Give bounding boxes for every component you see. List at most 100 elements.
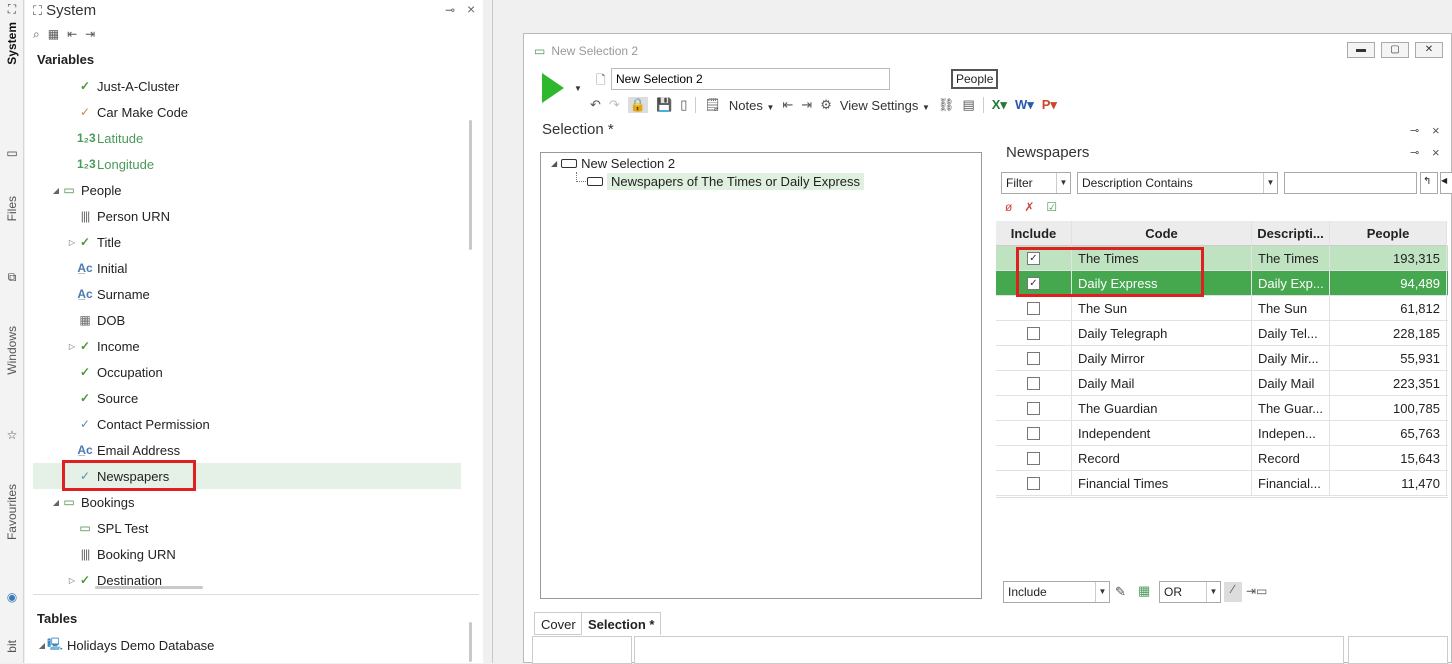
clear-filter-icon[interactable]: ø: [1005, 200, 1012, 214]
word-export-icon[interactable]: W▾: [1015, 97, 1034, 113]
tree-item[interactable]: ◢ ▭ People: [33, 177, 461, 203]
horizontal-scrollbar[interactable]: [95, 586, 203, 589]
vertical-scrollbar[interactable]: [469, 120, 472, 250]
chevron-down-icon[interactable]: ▼: [1056, 173, 1070, 193]
collapse-all-icon[interactable]: ⇤: [67, 27, 77, 42]
include-cell[interactable]: [996, 296, 1072, 321]
run-button[interactable]: [542, 73, 564, 103]
notes-menu[interactable]: Notes ▼: [729, 98, 775, 113]
table-grid-icon[interactable]: ▦: [1138, 583, 1150, 599]
tree-item[interactable]: ▦ DOB: [33, 307, 461, 333]
pin-icon[interactable]: ⊸: [1410, 124, 1419, 137]
table-row[interactable]: The Sun The Sun 61,812: [996, 296, 1448, 321]
maximize-button[interactable]: ▢: [1381, 42, 1409, 58]
include-mode-dropdown[interactable]: Include ▼: [1003, 581, 1110, 603]
select-all-icon[interactable]: ☑: [1046, 200, 1057, 214]
pencil-icon[interactable]: ∕: [1224, 582, 1242, 602]
people-button[interactable]: People: [951, 69, 999, 89]
tree-item[interactable]: |||| Booking URN: [33, 541, 461, 567]
include-checkbox[interactable]: [1027, 352, 1040, 365]
tab-cover[interactable]: Cover: [534, 612, 583, 635]
include-cell[interactable]: [996, 371, 1072, 396]
vtab-favourites[interactable]: ☆ Favourites: [0, 428, 24, 540]
settings-gear-icon[interactable]: ⚙: [820, 97, 832, 113]
table-icon[interactable]: ▤: [962, 97, 974, 113]
chevron-down-icon[interactable]: ▼: [1206, 582, 1220, 602]
search-icon[interactable]: ⌕: [33, 27, 40, 42]
filter-apply-button[interactable]: ↰: [1420, 172, 1438, 194]
chevron-down-icon[interactable]: ▼: [574, 84, 582, 93]
include-checkbox[interactable]: [1027, 327, 1040, 340]
tree-item[interactable]: 1₂3 Latitude: [33, 125, 461, 151]
table-row[interactable]: Daily Mirror Daily Mir... 55,931: [996, 346, 1448, 371]
tab-selection[interactable]: Selection *: [581, 612, 662, 635]
dock-icon[interactable]: ⇥▭: [1246, 584, 1267, 598]
tree-item[interactable]: ▷ ✓ Title: [33, 229, 461, 255]
vtab-windows[interactable]: ⧉ Windows: [0, 270, 24, 375]
include-checkbox[interactable]: [1027, 427, 1040, 440]
expand-arrow-icon[interactable]: ◢: [51, 186, 61, 195]
include-cell[interactable]: [996, 421, 1072, 446]
lock-icon[interactable]: 🔒: [627, 97, 648, 113]
include-checkbox[interactable]: [1027, 477, 1040, 490]
excel-export-icon[interactable]: X▾: [992, 97, 1007, 113]
table-row[interactable]: Record Record 15,643: [996, 446, 1448, 471]
powerpoint-export-icon[interactable]: P▾: [1042, 97, 1057, 113]
close-icon[interactable]: ×: [1432, 123, 1440, 138]
collapse-arrow-icon[interactable]: ▷: [67, 576, 77, 585]
expand-all-icon[interactable]: ⇥: [85, 27, 95, 42]
clear-selection-icon[interactable]: ✗: [1024, 200, 1034, 214]
chevron-down-icon[interactable]: ▼: [1095, 582, 1109, 602]
tree-item[interactable]: ✓ Source: [33, 385, 461, 411]
selection-root-node[interactable]: ◢ New Selection 2: [551, 156, 675, 171]
tree-item[interactable]: ✓ Contact Permission: [33, 411, 461, 437]
filter-text-input[interactable]: [1284, 172, 1417, 194]
outdent-icon[interactable]: ⇤: [782, 97, 793, 113]
indent-icon[interactable]: ⇥: [801, 97, 812, 113]
include-cell[interactable]: [996, 321, 1072, 346]
table-item[interactable]: ◢ 🖳 Holidays Demo Database: [37, 632, 465, 658]
collapse-arrow-icon[interactable]: ▷: [67, 342, 77, 351]
tree-item[interactable]: 1₂3 Longitude: [33, 151, 461, 177]
notes-icon[interactable]: 🗒: [704, 97, 721, 113]
grid-view-icon[interactable]: ▦: [48, 27, 59, 42]
expand-arrow-icon[interactable]: ◢: [37, 641, 47, 650]
tree-item[interactable]: ◢ ▭ Bookings: [33, 489, 461, 515]
column-header-description[interactable]: Descripti...: [1252, 221, 1330, 246]
selection-name-field[interactable]: [611, 68, 890, 90]
column-header-include[interactable]: Include: [996, 221, 1072, 246]
save-icon[interactable]: 💾: [656, 97, 672, 113]
tree-structure-icon[interactable]: ⛓: [938, 97, 955, 113]
tree-item[interactable]: ✓ Occupation: [33, 359, 461, 385]
include-checkbox[interactable]: [1027, 302, 1040, 315]
tree-item[interactable]: ▷ ✓ Income: [33, 333, 461, 359]
logic-dropdown[interactable]: OR ▼: [1159, 581, 1221, 603]
pin-icon[interactable]: ⊸: [445, 3, 455, 17]
close-icon[interactable]: ×: [1432, 145, 1440, 160]
tree-item[interactable]: ✓ Just-A-Cluster: [33, 73, 461, 99]
table-row[interactable]: Independent Indepen... 65,763: [996, 421, 1448, 446]
table-row[interactable]: Financial Times Financial... 11,470: [996, 471, 1448, 496]
scroll-left-button[interactable]: ◀: [1440, 172, 1452, 194]
vtab-bit[interactable]: ◉ bit: [0, 590, 24, 653]
close-icon[interactable]: ×: [467, 1, 475, 17]
table-row[interactable]: Daily Mail Daily Mail 223,351: [996, 371, 1448, 396]
include-checkbox[interactable]: [1027, 377, 1040, 390]
view-settings-menu[interactable]: View Settings ▼: [840, 98, 930, 113]
include-checkbox[interactable]: [1027, 452, 1040, 465]
include-cell[interactable]: [996, 396, 1072, 421]
table-row[interactable]: Daily Telegraph Daily Tel... 228,185: [996, 321, 1448, 346]
selection-child-node[interactable]: Newspapers of The Times or Daily Express: [587, 173, 865, 190]
tree-item[interactable]: |||| Person URN: [33, 203, 461, 229]
collapse-arrow-icon[interactable]: ▷: [67, 238, 77, 247]
vtab-system[interactable]: ⛶ System: [0, 2, 24, 65]
close-window-button[interactable]: ✕: [1415, 42, 1443, 58]
undo-icon[interactable]: ↶: [590, 97, 601, 113]
filter-dropdown[interactable]: Filter ▼: [1001, 172, 1071, 194]
table-row[interactable]: The Guardian The Guar... 100,785: [996, 396, 1448, 421]
column-header-people[interactable]: People: [1330, 221, 1447, 246]
column-header-code[interactable]: Code: [1072, 221, 1252, 246]
tree-item[interactable]: ▭ SPL Test: [33, 515, 461, 541]
expand-arrow-icon[interactable]: ◢: [551, 159, 557, 168]
include-cell[interactable]: [996, 346, 1072, 371]
